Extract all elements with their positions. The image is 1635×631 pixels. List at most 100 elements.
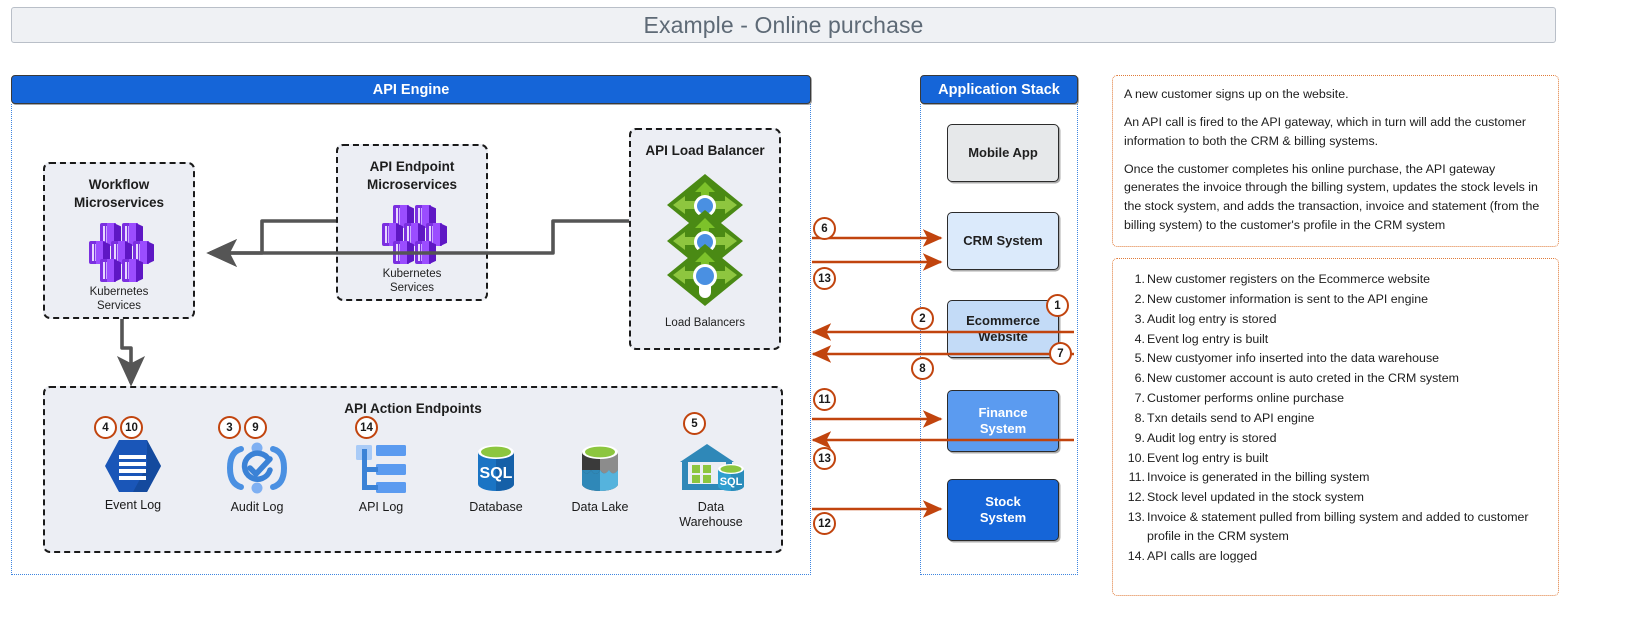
finance-label-line2: System [979,421,1027,436]
database-icon: SQL [478,445,514,491]
action-endpoint-api-log-label: API Log [358,500,404,514]
api-endpoint-microservices-box: API Endpoint Microservices Kubernetes Se… [336,144,488,301]
action-endpoint-event-log[interactable]: 4 10 Event Log [73,416,193,513]
app-box-mobile-app-label: Mobile App [968,145,1038,161]
data-warehouse-icon: SQL [680,444,744,491]
flow-badge-13-crm: 13 [813,267,836,290]
step-item: New customer registers on the Ecommerce … [1123,270,1431,289]
step-item: Customer performs online purchase [1123,389,1344,408]
svg-text:SQL: SQL [480,465,513,482]
flow-badge-9: 9 [244,416,267,439]
app-box-stock-system[interactable]: Stock System [947,479,1059,541]
svg-text:SQL: SQL [720,476,743,488]
step-item: Invoice is generated in the billing syst… [1123,468,1370,487]
step-item: Audit log entry is stored [1123,429,1277,448]
kubernetes-services-icon [375,205,449,265]
flow-badge-4: 4 [94,416,117,439]
steps-panel: New customer registers on the Ecommerce … [1112,258,1559,596]
workflow-caption-line2: Services [96,300,142,313]
workflow-microservices-title: Workflow Microservices [45,176,193,211]
workflow-microservices-box: Workflow Microservices Kubernetes Servic… [43,162,195,319]
app-box-mobile-app[interactable]: Mobile App [947,124,1059,182]
steps-list: New customer registers on the Ecommerce … [1119,270,1548,566]
flow-badge-8: 8 [911,357,934,380]
api-engine-header-label: API Engine [372,81,450,98]
api-log-icon [356,445,406,493]
flow-badge-12: 12 [813,512,836,535]
action-endpoint-audit-log-label: Audit Log [230,500,284,514]
stock-label-line2: System [979,510,1027,525]
api-load-balancer-title: API Load Balancer [645,143,765,158]
load-balancers-icon [657,170,753,310]
data-lake-icon [582,445,618,491]
action-endpoint-data-warehouse[interactable]: 5 SQL Data Warehouse [651,412,771,530]
step-item: Invoice & statement pulled from billing … [1123,508,1529,543]
action-endpoint-api-log[interactable]: 14 API Log [321,416,441,515]
action-endpoint-audit-log[interactable]: 3 9 Audit Log [197,416,317,515]
dw-label-line1: Data [697,500,725,514]
step-item: Stock level updated in the stock system [1123,488,1364,507]
flow-badge-14: 14 [355,416,378,439]
application-stack-panel: Mobile App CRM System Ecommerce Website … [920,104,1078,575]
api-endpoint-microservices-title: API Endpoint Microservices [338,158,486,193]
dw-label-line2: Warehouse [679,515,743,529]
workflow-title-line2: Microservices [73,194,165,210]
api-load-balancer-box: API Load Balancer Load Balancers [629,128,781,350]
flow-badge-13-finance: 13 [813,447,836,470]
flow-badge-5: 5 [683,412,706,435]
kubernetes-services-icon [82,223,156,283]
app-box-crm-system-label: CRM System [963,233,1043,249]
description-panel: A new customer signs up on the website. … [1112,75,1559,247]
endpoint-title-line2: Microservices [366,176,458,192]
finance-label-line1: Finance [978,405,1028,421]
app-box-ecommerce-website-label: Ecommerce Website [966,313,1040,345]
api-action-endpoints-box: API Action Endpoints 4 10 Event Log 3 9 [43,386,783,553]
app-box-stock-system-label: Stock System [980,494,1026,526]
audit-log-icon [226,442,288,494]
flow-badge-10: 10 [120,416,143,439]
flow-badge-11: 11 [813,388,836,411]
flow-badge-3: 3 [218,416,241,439]
action-endpoint-database-label: Database [469,500,523,514]
step-item: Audit log entry is stored [1123,310,1277,329]
flow-badge-1: 1 [1046,294,1069,317]
flow-badge-7: 7 [1049,342,1072,365]
application-stack-header-label: Application Stack [938,81,1060,98]
action-endpoint-database[interactable]: SQL Database [436,440,556,515]
app-box-finance-system-label: Finance System [978,405,1027,437]
step-item: New custyomer info inserted into the dat… [1123,349,1440,368]
workflow-title-line1: Workflow [88,177,150,192]
api-action-endpoints-title: API Action Endpoints [344,401,482,416]
ecommerce-label-line1: Ecommerce [966,313,1040,329]
step-item: Event log entry is built [1123,330,1269,349]
flow-badge-6: 6 [813,217,836,240]
description-paragraph-2: An API call is fired to the API gateway,… [1124,114,1526,148]
application-stack-header: Application Stack [920,75,1078,104]
step-item: API calls are logged [1123,547,1258,566]
endpoint-title-line1: API Endpoint [369,159,455,174]
workflow-caption-line1: Kubernetes [89,286,149,299]
flow-badge-2: 2 [911,307,934,330]
action-endpoint-data-lake[interactable]: Data Lake [540,440,660,515]
api-engine-header: API Engine [11,75,811,104]
action-endpoint-data-warehouse-label: Data Warehouse [651,500,771,530]
app-box-finance-system[interactable]: Finance System [947,390,1059,452]
action-endpoint-data-lake-label: Data Lake [571,500,629,514]
step-item: New customer information is sent to the … [1123,290,1428,309]
description-paragraph-1: A new customer signs up on the website. [1124,87,1349,101]
description-paragraph-3: Once the customer completes his online p… [1124,161,1540,233]
event-log-icon [105,440,161,492]
app-box-ecommerce-website[interactable]: Ecommerce Website [947,300,1059,358]
step-item: New customer account is auto creted in t… [1123,369,1459,388]
load-balancers-caption: Load Balancers [665,316,745,329]
app-box-crm-system[interactable]: CRM System [947,212,1059,270]
step-item: Event log entry is built [1123,449,1269,468]
endpoint-caption-line2: Services [389,282,435,295]
ecommerce-label-line2: Website [978,329,1028,344]
step-item: Txn details send to API engine [1123,409,1315,428]
endpoint-kubernetes-caption: Kubernetes Services [338,267,486,295]
endpoint-caption-line1: Kubernetes [382,268,442,281]
stock-label-line1: Stock [985,494,1021,510]
page-title: Example - Online purchase [643,11,924,38]
action-endpoint-event-log-label: Event Log [104,498,162,512]
